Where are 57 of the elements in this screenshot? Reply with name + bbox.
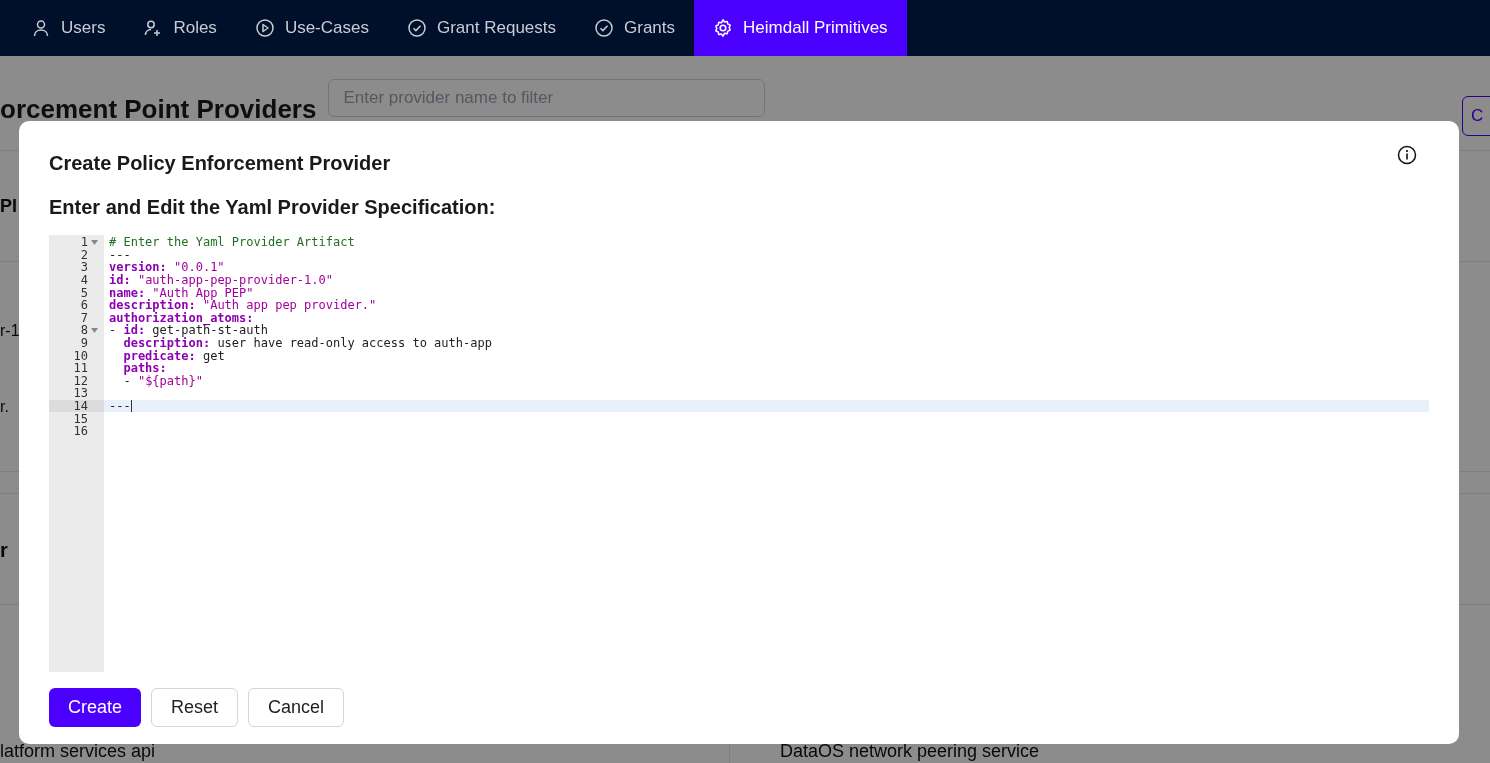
- line-number: 12: [73, 374, 88, 387]
- provider-text: r: [0, 538, 8, 563]
- line-number: 16: [73, 425, 88, 438]
- code-line: description: user have read-only access to auth-app: [122, 337, 492, 350]
- line-number: 14: [73, 400, 88, 412]
- info-icon[interactable]: [1397, 145, 1417, 165]
- provider-text: PI: [0, 195, 17, 218]
- nav-tab[interactable]: Roles: [124, 0, 236, 56]
- check-circle-icon: [594, 18, 615, 38]
- code-line: predicate: get: [122, 349, 225, 362]
- line-number: 2: [80, 248, 88, 261]
- outline-button[interactable]: C: [1462, 96, 1490, 136]
- line-number: 11: [73, 362, 88, 375]
- nav-tab[interactable]: Grants: [575, 0, 695, 56]
- primary-button[interactable]: Create: [49, 688, 142, 727]
- card-title: DataOS network peering service: [780, 740, 1040, 763]
- nav-tab[interactable]: Use-Cases: [235, 0, 388, 56]
- play-icon: [254, 18, 275, 38]
- code-line: name: "Auth App PEP": [109, 286, 254, 299]
- editor-heading: Enter and Edit the Yaml Provider Specification:: [49, 195, 497, 220]
- fold-arrow-icon[interactable]: [90, 239, 98, 245]
- text-cursor: [130, 400, 132, 412]
- line-number: 5: [80, 286, 88, 299]
- line-number: 15: [73, 412, 88, 425]
- code-line: paths:: [122, 362, 167, 375]
- code-line: # Enter the Yaml Provider Artifact: [109, 236, 355, 249]
- line-number: 3: [80, 261, 88, 274]
- nav-tab[interactable]: Users: [12, 0, 125, 56]
- provider-text: r.: [0, 397, 9, 417]
- code-line: authorization_atoms:: [109, 311, 254, 324]
- secondary-button[interactable]: Cancel: [248, 688, 345, 727]
- nav-tab[interactable]: Heimdall Primitives: [694, 0, 907, 56]
- code-line: ---: [109, 248, 131, 261]
- code-line: - id: get-path-st-auth: [109, 324, 268, 337]
- provider-text: r-1: [0, 321, 20, 341]
- card-title: latform services api: [0, 740, 156, 763]
- fold-arrow-icon[interactable]: [90, 327, 98, 333]
- page-heading: orcement Point Providers: [0, 92, 317, 126]
- code-line: description: "Auth app pep provider.": [109, 299, 377, 312]
- code-line: - "${path}": [122, 374, 203, 387]
- line-number: 13: [73, 387, 88, 400]
- user-icon: [31, 18, 51, 38]
- settings-icon: [713, 18, 734, 38]
- line-number: 9: [80, 337, 88, 350]
- dialog-title: Create Policy Enforcement Provider: [49, 151, 391, 176]
- line-number: 7: [80, 311, 88, 324]
- code-line: id: "auth-app-pep-provider-1.0": [109, 274, 333, 287]
- line-number: 10: [73, 349, 88, 362]
- line-number: 8: [80, 324, 88, 337]
- nav-tab[interactable]: Grant Requests: [387, 0, 576, 56]
- secondary-button[interactable]: Reset: [151, 688, 239, 727]
- line-number: 6: [80, 299, 88, 312]
- code-line: version: "0.0.1": [109, 261, 225, 274]
- line-number: 1: [80, 236, 88, 249]
- code-line: ---: [109, 400, 131, 412]
- line-number: 4: [80, 274, 88, 287]
- check-circle-icon: [406, 18, 427, 38]
